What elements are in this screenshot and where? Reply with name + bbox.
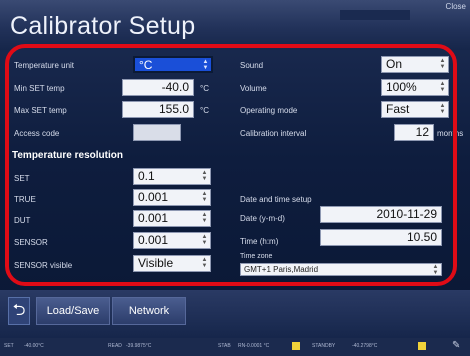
calibrator-screen: Calibrator Setup Close Temperature unit … bbox=[0, 0, 470, 356]
status-standby-value: -40.2798°C bbox=[352, 343, 378, 349]
status-read-value: -39.9875°C bbox=[126, 343, 152, 349]
standby-indicator bbox=[418, 342, 426, 350]
back-button[interactable]: ⮌ bbox=[8, 297, 30, 325]
status-area bbox=[340, 10, 410, 20]
page-title: Calibrator Setup bbox=[10, 12, 196, 40]
load-save-button[interactable]: Load/Save bbox=[36, 297, 110, 325]
title-bar: Calibrator Setup Close bbox=[0, 0, 470, 50]
status-bar bbox=[0, 338, 470, 356]
back-arrow-icon: ⮌ bbox=[12, 302, 26, 319]
status-read-label: READ bbox=[108, 343, 122, 349]
close-button[interactable]: Close bbox=[446, 2, 466, 11]
status-set-value: -40.00°C bbox=[24, 343, 44, 349]
status-set-label: SET bbox=[4, 343, 14, 349]
stability-indicator bbox=[292, 342, 300, 350]
status-standby-label: STANDBY bbox=[312, 343, 336, 349]
status-stab-value: RN-0.0001 °C bbox=[238, 343, 270, 349]
highlight-outline bbox=[5, 44, 457, 286]
pen-icon[interactable]: ✎ bbox=[452, 340, 460, 351]
network-button[interactable]: Network bbox=[112, 297, 186, 325]
status-stab-label: STAB bbox=[218, 343, 231, 349]
